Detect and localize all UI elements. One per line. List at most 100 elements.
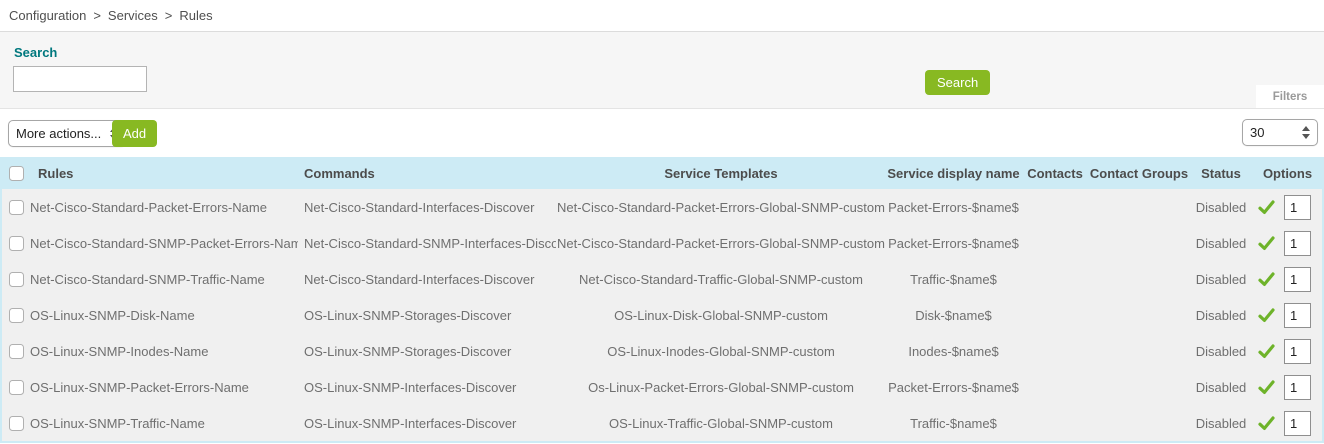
- table-row: OS-Linux-SNMP-Traffic-Name OS-Linux-SNMP…: [2, 405, 1322, 441]
- row-checkbox[interactable]: [9, 200, 24, 215]
- rule-command: OS-Linux-SNMP-Interfaces-Discover: [298, 369, 556, 405]
- rule-service-display-name: Packet-Errors-$name$: [886, 369, 1021, 405]
- row-checkbox[interactable]: [9, 380, 24, 395]
- rule-service-template: Net-Cisco-Standard-Packet-Errors-Global-…: [556, 189, 886, 225]
- more-actions-select-value: More actions...: [16, 126, 101, 141]
- check-icon: [1258, 236, 1275, 251]
- rule-status: Disabled: [1189, 297, 1253, 333]
- page-size-select[interactable]: 30: [1242, 119, 1318, 146]
- rule-status: Disabled: [1189, 369, 1253, 405]
- rule-service-display-name: Inodes-$name$: [886, 333, 1021, 369]
- toolbar: More actions... Add 30: [0, 109, 1324, 157]
- rule-name[interactable]: OS-Linux-SNMP-Traffic-Name: [30, 416, 205, 431]
- breadcrumb-separator: >: [158, 8, 180, 23]
- rule-status: Disabled: [1189, 225, 1253, 261]
- rule-status: Disabled: [1189, 405, 1253, 441]
- rule-name[interactable]: OS-Linux-SNMP-Inodes-Name: [30, 344, 208, 359]
- rule-command: OS-Linux-SNMP-Interfaces-Discover: [298, 405, 556, 441]
- breadcrumb-item-rules[interactable]: Rules: [179, 8, 212, 23]
- rule-contact-groups: [1089, 333, 1189, 369]
- header-commands: Commands: [298, 157, 556, 189]
- rule-contact-groups: [1089, 297, 1189, 333]
- rule-contact-groups: [1089, 405, 1189, 441]
- row-checkbox[interactable]: [9, 308, 24, 323]
- rule-command: Net-Cisco-Standard-SNMP-Interfaces-Disco…: [298, 225, 556, 261]
- options-count-input[interactable]: [1284, 375, 1311, 400]
- filters-tab[interactable]: Filters: [1256, 85, 1324, 108]
- header-rules: Rules: [30, 157, 298, 189]
- rule-service-template: OS-Linux-Inodes-Global-SNMP-custom: [556, 333, 886, 369]
- rule-command: Net-Cisco-Standard-Interfaces-Discover: [298, 189, 556, 225]
- row-checkbox[interactable]: [9, 272, 24, 287]
- select-stepper-icon: [1302, 126, 1310, 139]
- rule-contacts: [1021, 297, 1089, 333]
- rule-name[interactable]: OS-Linux-SNMP-Packet-Errors-Name: [30, 380, 249, 395]
- row-checkbox[interactable]: [9, 236, 24, 251]
- header-service-templates: Service Templates: [556, 157, 886, 189]
- options-count-input[interactable]: [1284, 231, 1311, 256]
- rule-command: OS-Linux-SNMP-Storages-Discover: [298, 297, 556, 333]
- options-count-input[interactable]: [1284, 195, 1311, 220]
- rule-status: Disabled: [1189, 261, 1253, 297]
- options-count-input[interactable]: [1284, 267, 1311, 292]
- row-checkbox[interactable]: [9, 344, 24, 359]
- row-checkbox[interactable]: [9, 416, 24, 431]
- options-count-input[interactable]: [1284, 339, 1311, 364]
- options-count-input[interactable]: [1284, 411, 1311, 436]
- table-row: Net-Cisco-Standard-SNMP-Traffic-Name Net…: [2, 261, 1322, 297]
- rule-contacts: [1021, 405, 1089, 441]
- table-row: Net-Cisco-Standard-SNMP-Packet-Errors-Na…: [2, 225, 1322, 261]
- check-icon: [1258, 200, 1275, 215]
- header-status: Status: [1189, 157, 1253, 189]
- table-header-row: Rules Commands Service Templates Service…: [2, 157, 1322, 189]
- rule-command: Net-Cisco-Standard-Interfaces-Discover: [298, 261, 556, 297]
- rule-contacts: [1021, 333, 1089, 369]
- rule-service-template: OS-Linux-Disk-Global-SNMP-custom: [556, 297, 886, 333]
- page-size-select-value: 30: [1250, 125, 1264, 140]
- rule-status: Disabled: [1189, 333, 1253, 369]
- rule-contacts: [1021, 369, 1089, 405]
- table-row: Net-Cisco-Standard-Packet-Errors-Name Ne…: [2, 189, 1322, 225]
- rule-name[interactable]: Net-Cisco-Standard-Packet-Errors-Name: [30, 200, 267, 215]
- breadcrumb-item-services[interactable]: Services: [108, 8, 158, 23]
- rule-service-template: OS-Linux-Traffic-Global-SNMP-custom: [556, 405, 886, 441]
- rule-command: OS-Linux-SNMP-Storages-Discover: [298, 333, 556, 369]
- rule-service-template: Os-Linux-Packet-Errors-Global-SNMP-custo…: [556, 369, 886, 405]
- search-input[interactable]: [13, 66, 147, 92]
- rule-contact-groups: [1089, 225, 1189, 261]
- header-options: Options: [1253, 157, 1322, 189]
- header-contacts: Contacts: [1021, 157, 1089, 189]
- rule-name[interactable]: Net-Cisco-Standard-SNMP-Traffic-Name: [30, 272, 265, 287]
- check-icon: [1258, 380, 1275, 395]
- rules-table-body: Net-Cisco-Standard-Packet-Errors-Name Ne…: [2, 189, 1322, 441]
- select-all-checkbox[interactable]: [9, 166, 24, 181]
- breadcrumb: Configuration > Services > Rules: [0, 0, 1324, 32]
- more-actions-select[interactable]: More actions...: [8, 120, 126, 147]
- add-button[interactable]: Add: [112, 120, 157, 147]
- breadcrumb-separator: >: [86, 8, 108, 23]
- header-service-display-name: Service display name: [886, 157, 1021, 189]
- breadcrumb-item-configuration[interactable]: Configuration: [9, 8, 86, 23]
- rule-status: Disabled: [1189, 189, 1253, 225]
- search-button[interactable]: Search: [925, 70, 990, 95]
- rules-table: Rules Commands Service Templates Service…: [0, 157, 1324, 443]
- table-row: OS-Linux-SNMP-Disk-Name OS-Linux-SNMP-St…: [2, 297, 1322, 333]
- check-icon: [1258, 344, 1275, 359]
- rule-service-template: Net-Cisco-Standard-Packet-Errors-Global-…: [556, 225, 886, 261]
- check-icon: [1258, 416, 1275, 431]
- table-row: OS-Linux-SNMP-Packet-Errors-Name OS-Linu…: [2, 369, 1322, 405]
- rule-service-display-name: Packet-Errors-$name$: [886, 189, 1021, 225]
- rule-service-display-name: Disk-$name$: [886, 297, 1021, 333]
- rule-contact-groups: [1089, 369, 1189, 405]
- rule-service-display-name: Traffic-$name$: [886, 261, 1021, 297]
- rule-name[interactable]: Net-Cisco-Standard-SNMP-Packet-Errors-Na…: [30, 236, 298, 251]
- rule-contacts: [1021, 189, 1089, 225]
- rule-name[interactable]: OS-Linux-SNMP-Disk-Name: [30, 308, 195, 323]
- rule-contacts: [1021, 261, 1089, 297]
- options-count-input[interactable]: [1284, 303, 1311, 328]
- rule-service-display-name: Traffic-$name$: [886, 405, 1021, 441]
- rule-contact-groups: [1089, 261, 1189, 297]
- check-icon: [1258, 272, 1275, 287]
- rule-contact-groups: [1089, 189, 1189, 225]
- search-label: Search: [14, 45, 57, 60]
